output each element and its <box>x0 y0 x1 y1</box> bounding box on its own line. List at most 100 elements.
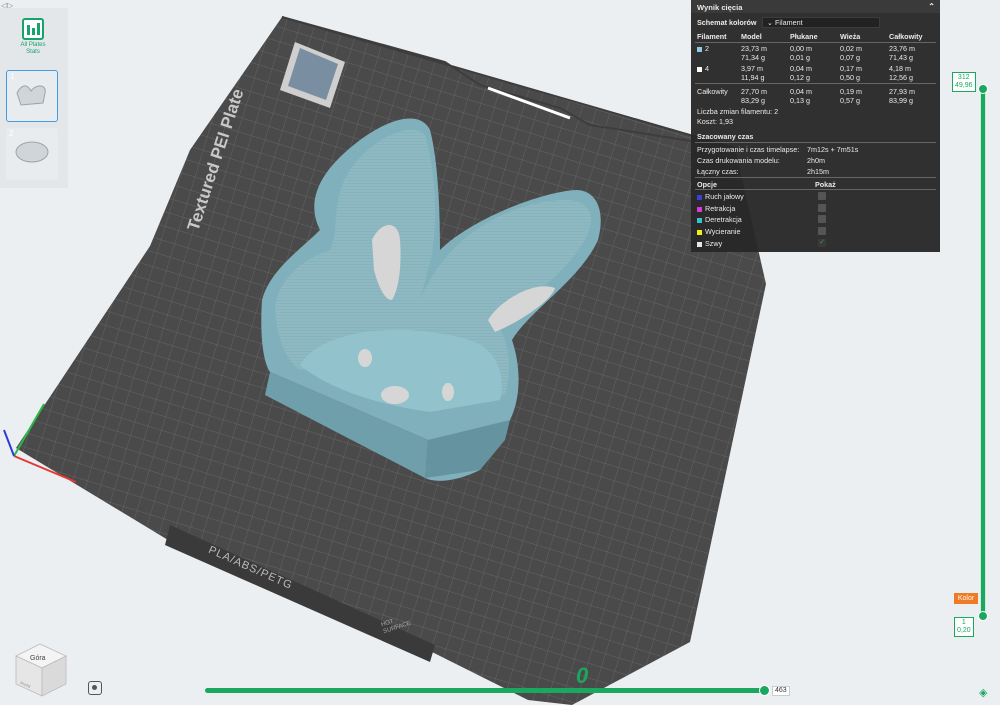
plate-number: 1 <box>10 72 15 81</box>
bottom-layer-number: 1 <box>961 619 966 626</box>
option-swatch <box>697 206 702 212</box>
options-label: Opcje <box>697 180 717 189</box>
bottom-layer-height: 0,20 <box>957 627 971 634</box>
model-time-value: 2h0m <box>807 156 825 165</box>
plate-preview-icon <box>15 141 49 163</box>
plate-number: 2 <box>9 129 14 138</box>
total-flush-weight: 0,13 g <box>790 96 810 105</box>
cost: Koszt: 1,93 <box>697 117 733 126</box>
row2-total-weight: 12,56 g <box>889 73 913 82</box>
option-travel-checkbox[interactable] <box>818 192 826 200</box>
prep-time-label: Przygotowanie i czas timelapse: <box>697 145 800 154</box>
option-wipe-checkbox[interactable] <box>818 227 826 235</box>
color-button[interactable]: Kolor <box>954 593 978 604</box>
row1-flush-length: 0,00 m <box>790 44 812 53</box>
option-label: Szwy <box>705 239 723 248</box>
filament-swatch <box>697 46 702 52</box>
divider <box>695 42 936 43</box>
chevron-down-icon: ⌄ <box>767 18 776 27</box>
divider <box>695 177 936 178</box>
divider <box>695 189 936 190</box>
stats-label-1: All Plates <box>20 42 46 48</box>
total-flush-length: 0,04 m <box>790 87 812 96</box>
plate-preview-icon <box>16 85 46 106</box>
color-scheme-value: Filament <box>775 18 803 27</box>
row1-model-length: 23,73 m <box>741 44 767 53</box>
option-retraction: Retrakcja <box>697 204 735 213</box>
color-scheme-label: Schemat kolorów <box>697 18 757 27</box>
bottom-layer-handle[interactable] <box>978 611 988 621</box>
option-deretraction: Deretrakcja <box>697 215 742 224</box>
bed-corner-glyph: 0 <box>576 663 589 688</box>
row2-flush-length: 0,04 m <box>790 64 812 73</box>
row2-model-weight: 11,94 g <box>741 73 765 82</box>
filament-id: 2 <box>705 44 709 53</box>
header-flush: Płukane <box>790 32 818 41</box>
recenter-view-icon[interactable] <box>88 681 102 695</box>
bottom-layer-tag: 1 0,20 <box>954 617 974 637</box>
slice-result-panel: Wynik cięcia ⌃ Schemat kolorów ⌄ Filamen… <box>691 0 940 252</box>
row1-total-length: 23,76 m <box>889 44 915 53</box>
option-swatch <box>697 241 702 247</box>
row1-flush-weight: 0,01 g <box>790 53 810 62</box>
option-label: Deretrakcja <box>705 215 742 224</box>
option-swatch <box>697 194 702 200</box>
panel-header[interactable]: Wynik cięcia ⌃ <box>691 0 940 13</box>
header-model: Model <box>741 32 762 41</box>
divider <box>695 83 936 84</box>
header-filament: Filament <box>697 32 727 41</box>
option-deretraction-checkbox[interactable] <box>818 215 826 223</box>
option-swatch <box>697 229 702 235</box>
view-cube[interactable]: Góra Przód <box>10 634 70 700</box>
row1-total-weight: 71,43 g <box>889 53 913 62</box>
model-time-label: Czas drukowania modelu: <box>697 156 780 165</box>
move-slider-value: 463 <box>772 686 790 696</box>
total-model-length: 27,70 m <box>741 87 767 96</box>
option-swatch <box>697 217 702 223</box>
top-layer-tag: 312 49,96 <box>952 72 976 92</box>
plate-thumbnail-1[interactable]: 1 <box>6 70 58 122</box>
row2-tower-weight: 0,50 g <box>840 73 860 82</box>
option-label: Ruch jałowy <box>705 192 744 201</box>
filament-id: 4 <box>705 64 709 73</box>
option-label: Retrakcja <box>705 204 736 213</box>
option-travel: Ruch jałowy <box>697 192 744 201</box>
filament-row-id: 2 <box>697 44 709 53</box>
divider <box>695 142 936 143</box>
plate-thumbnail-2[interactable]: 2 <box>6 128 58 180</box>
collapse-caret-icon[interactable]: ⌃ <box>928 2 935 11</box>
total-total-length: 27,93 m <box>889 87 915 96</box>
header-tower: Wieża <box>840 32 861 41</box>
layer-slider-range <box>981 90 985 616</box>
show-label: Pokaż <box>815 180 836 189</box>
top-layer-handle[interactable] <box>978 84 988 94</box>
layers-icon[interactable]: ◈ <box>979 686 987 699</box>
row2-model-length: 3,97 m <box>741 64 763 73</box>
filament-changes: Liczba zmian filamentu: 2 <box>697 107 779 116</box>
row2-flush-weight: 0,12 g <box>790 73 810 82</box>
top-layer-number: 312 <box>957 74 970 81</box>
total-total-weight: 83,99 g <box>889 96 913 105</box>
plate-list: All Plates Stats 1 2 <box>0 8 68 188</box>
row2-tower-length: 0,17 m <box>840 64 862 73</box>
row2-total-length: 4,18 m <box>889 64 911 73</box>
filament-row-id: 4 <box>697 64 709 73</box>
move-slider-handle[interactable] <box>759 685 770 696</box>
total-model-weight: 83,29 g <box>741 96 765 105</box>
option-seams-checkbox[interactable]: ✓ <box>818 239 826 247</box>
panel-title: Wynik cięcia <box>697 3 743 12</box>
option-label: Wycieranie <box>705 227 741 236</box>
filament-swatch <box>697 66 702 72</box>
total-tower-weight: 0,57 g <box>840 96 860 105</box>
all-plates-stats-button[interactable]: All Plates Stats <box>7 12 59 68</box>
color-scheme-dropdown[interactable]: ⌄ Filament <box>762 17 880 28</box>
total-time-value: 2h15m <box>807 167 829 176</box>
option-seams: Szwy <box>697 239 722 248</box>
prep-time-value: 7m12s + 7m51s <box>807 145 859 154</box>
move-slider[interactable] <box>205 688 767 693</box>
total-tower-length: 0,19 m <box>840 87 862 96</box>
stats-label-2: Stats <box>26 49 40 55</box>
top-layer-height: 49,96 <box>955 82 973 89</box>
view-cube-top-label: Góra <box>30 655 46 662</box>
option-retraction-checkbox[interactable] <box>818 204 826 212</box>
